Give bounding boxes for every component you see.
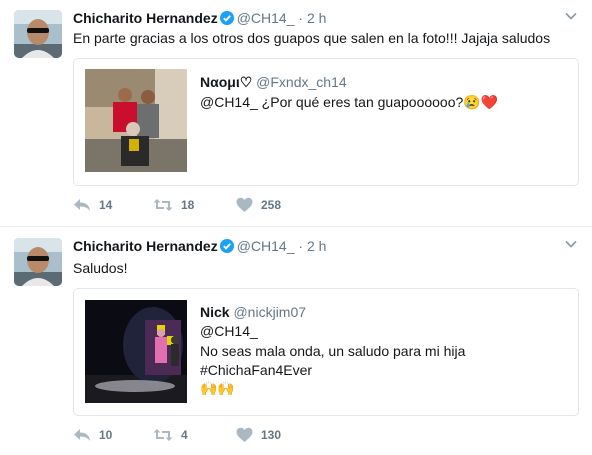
retweet-count: 4 <box>181 428 188 442</box>
author-handle[interactable]: @CH14_ <box>237 10 295 26</box>
like-count: 130 <box>261 428 282 442</box>
like-count: 258 <box>261 198 282 212</box>
timestamp[interactable]: · 2 h <box>298 238 326 254</box>
quoted-tweet-text: @CH14_ ¿Por qué eres tan guapoooooo?😢❤️ <box>200 94 499 110</box>
quoted-tweet-image <box>85 69 187 172</box>
quoted-tweet-header: Ναομι♡ @Fxndx_ch14 <box>200 73 347 91</box>
quoted-tweet-image <box>85 300 187 403</box>
verified-badge-icon <box>219 239 234 253</box>
quoted-tweet-emoji: 🙌🙌 <box>200 380 235 396</box>
quoted-author-handle: @nickjim07 <box>233 304 307 320</box>
reply-count: 14 <box>99 198 113 212</box>
quoted-tweet-text-line: @CH14_ <box>200 323 258 339</box>
tweet-actions: 14 18 258 <box>73 197 373 217</box>
quoted-tweet-text-line: No seas mala onda, un saludo para mi hij… <box>200 343 466 359</box>
tweet-text: Saludos! <box>73 260 128 276</box>
quoted-tweet-header: Nick @nickjim07 <box>200 303 306 321</box>
reply-button[interactable]: 10 <box>73 427 112 443</box>
tweet-actions: 10 4 130 <box>73 427 373 447</box>
retweet-count: 18 <box>181 198 195 212</box>
retweet-button[interactable]: 18 <box>153 197 194 213</box>
tweet-header: Chicharito Hernandez @CH14_ · 2 h <box>73 9 326 27</box>
timestamp[interactable]: · 2 h <box>298 10 326 26</box>
heart-icon <box>236 427 253 442</box>
reply-icon <box>74 429 90 441</box>
retweet-icon <box>153 429 173 441</box>
like-button[interactable]: 258 <box>236 197 281 213</box>
tweet[interactable]: Chicharito Hernandez @CH14_ · 2 h Saludos… <box>0 227 592 455</box>
reply-button[interactable]: 14 <box>73 197 112 213</box>
retweet-button[interactable]: 4 <box>153 427 188 443</box>
quoted-author-handle: @Fxndx_ch14 <box>256 74 347 90</box>
quoted-author-name: Ναομι♡ <box>200 74 253 90</box>
heart-icon <box>236 197 253 212</box>
verified-badge-icon <box>219 11 234 25</box>
chevron-down-icon[interactable] <box>564 9 578 23</box>
like-button[interactable]: 130 <box>236 427 281 443</box>
reply-count: 10 <box>99 428 113 442</box>
author-handle[interactable]: @CH14_ <box>237 238 295 254</box>
avatar[interactable] <box>14 10 62 58</box>
quoted-author-name: Nick <box>200 304 230 320</box>
author-name[interactable]: Chicharito Hernandez <box>73 10 218 26</box>
avatar[interactable] <box>14 238 62 286</box>
tweet-header: Chicharito Hernandez @CH14_ · 2 h <box>73 237 326 255</box>
quoted-tweet-hashtag[interactable]: #ChichaFan4Ever <box>200 361 312 379</box>
tweet-text: En parte gracias a los otros dos guapos … <box>73 30 551 46</box>
author-name[interactable]: Chicharito Hernandez <box>73 238 218 254</box>
quoted-tweet[interactable]: Ναομι♡ @Fxndx_ch14 @CH14_ ¿Por qué eres … <box>73 58 579 186</box>
reply-icon <box>74 199 90 211</box>
chevron-down-icon[interactable] <box>564 237 578 251</box>
tweet[interactable]: Chicharito Hernandez @CH14_ · 2 h En part… <box>0 0 592 227</box>
retweet-icon <box>153 199 173 211</box>
quoted-tweet[interactable]: Nick @nickjim07 @CH14_ No seas mala onda… <box>73 288 579 416</box>
